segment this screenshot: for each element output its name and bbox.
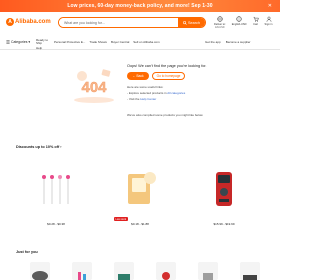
header-actions: Deliver to: EN-USD English-USD Cart Sign… (214, 16, 272, 34)
logo-icon: A (6, 18, 14, 26)
logo[interactable]: A Alibaba.com (6, 18, 51, 26)
useful-links-title: Here are some useful links: (127, 85, 164, 89)
nav-link-get-app[interactable]: Get the app (205, 40, 221, 44)
nav-right-links: Get the app Become a supplier (205, 40, 251, 44)
search-button-label: Search (187, 20, 201, 25)
homepage-button[interactable]: Go to homepage (152, 72, 185, 80)
product-image (32, 271, 48, 280)
globe-icon (217, 16, 223, 22)
nav-link-buyer-central[interactable]: Buyer Central (111, 40, 129, 46)
nav-link-ppe[interactable]: Personal Protective E... (54, 40, 85, 46)
product-price: $0.18 - $1.88 (131, 222, 149, 226)
recommended-product[interactable] (240, 262, 260, 280)
product-image (216, 172, 232, 206)
nav-link-ready-to-ship[interactable]: Ready to Ship (36, 38, 50, 46)
back-button[interactable]: ← Back (127, 72, 149, 80)
product-image (42, 175, 70, 204)
product-image (203, 273, 213, 280)
useful-link-line: - Visit the Help Center (127, 97, 156, 101)
recommended-product[interactable] (198, 262, 218, 280)
product-image (162, 272, 170, 280)
error-code: 404 (81, 79, 107, 96)
nav-link-trade-shows[interactable]: Trade Shows (89, 40, 107, 46)
nav-links: Ready to Ship Personal Protective E... T… (36, 38, 160, 46)
error-title: Oops! We can't find the page you're look… (127, 64, 207, 68)
recommended-product[interactable] (72, 262, 92, 280)
discounts-title[interactable]: Discounts up to 10% off › (16, 145, 62, 149)
category-nav: Categories ▾ Ready to Ship Personal Prot… (0, 36, 280, 50)
categories-menu[interactable]: Categories ▾ (6, 40, 30, 44)
sign-in-button[interactable]: Sign in (264, 16, 273, 34)
search-icon (183, 20, 187, 25)
deliver-to-value: EN-USD (215, 25, 225, 29)
logo-text: Alibaba.com (15, 19, 51, 25)
chevron-down-icon: ▾ (28, 40, 31, 44)
language-label: English-USD (231, 22, 247, 26)
close-icon[interactable]: ✕ (268, 3, 272, 9)
categories-label: Categories (11, 40, 28, 44)
cart-icon (253, 16, 259, 22)
menu-icon (6, 40, 10, 44)
product-card[interactable]: $15.99 - $19.99 (198, 164, 250, 228)
product-card[interactable]: $0.28 - $0.38 (30, 164, 82, 228)
product-image (118, 274, 130, 280)
product-image (78, 272, 86, 280)
help-center-link[interactable]: Help Center (140, 97, 156, 101)
search-input[interactable] (59, 18, 178, 27)
deliver-to[interactable]: Deliver to: EN-USD (214, 16, 226, 34)
user-icon (266, 16, 271, 22)
useful-link-prefix: - Visit the (127, 97, 140, 101)
arrow-left-icon: ← (132, 74, 136, 78)
nav-link-become-supplier[interactable]: Become a supplier (226, 40, 251, 44)
product-card[interactable]: Low stock $0.18 - $1.88 (114, 164, 166, 228)
recommended-product[interactable] (114, 262, 134, 280)
low-stock-badge: Low stock (114, 217, 128, 221)
recommended-product[interactable] (156, 262, 176, 280)
sign-in-label: Sign in (264, 22, 273, 26)
useful-link-line: - Explore selected products in All categ… (127, 91, 185, 95)
product-image (243, 275, 257, 280)
globe-icon (236, 16, 242, 22)
search-button[interactable]: Search (178, 18, 205, 27)
product-image (128, 172, 156, 204)
all-categories-link[interactable]: All categories (167, 91, 185, 95)
header: A Alibaba.com Search Deliver to: EN-USD … (0, 12, 280, 36)
promo-text: Low prices, 60-day money-back policy, an… (67, 3, 213, 9)
nav-link-sell[interactable]: Sell on Alibaba.com (133, 40, 159, 46)
just-for-you-title: Just for you (16, 250, 38, 254)
recommendation-note: We've also compiled some products you mi… (127, 113, 203, 117)
back-button-label: Back (136, 74, 144, 78)
recommended-product[interactable] (30, 262, 50, 280)
product-price: $15.99 - $19.99 (213, 222, 235, 226)
search-bar: Search (58, 17, 206, 28)
cart-label: Cart (253, 22, 258, 26)
nav-link-help[interactable]: Help (36, 46, 42, 50)
product-price: $0.28 - $0.38 (47, 222, 65, 226)
error-illustration: 404 (74, 69, 114, 103)
promo-banner[interactable]: Low prices, 60-day money-back policy, an… (0, 0, 280, 12)
language-currency[interactable]: English-USD (232, 16, 247, 34)
cart-button[interactable]: Cart (253, 16, 259, 34)
useful-link-prefix: - Explore selected products in (127, 91, 167, 95)
